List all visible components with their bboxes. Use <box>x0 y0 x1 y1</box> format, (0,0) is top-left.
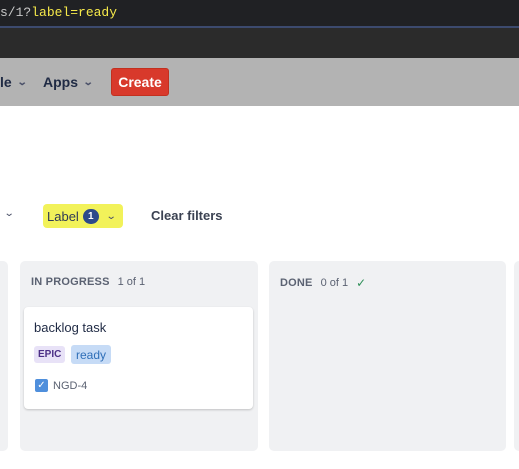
issue-key: NGD-4 <box>53 380 88 392</box>
address-bar[interactable]: s/1?label=ready <box>0 0 519 28</box>
card-title: backlog task <box>34 320 107 335</box>
url-text: s/1?label=ready <box>0 5 117 20</box>
column-title: DONE <box>280 277 313 289</box>
nav-item-people[interactable]: le ⌄ <box>0 74 28 90</box>
board-column-right <box>514 261 519 451</box>
filter-count-badge: 1 <box>82 208 99 224</box>
board-column-done: DONE 0 of 1 ✓ <box>269 261 506 451</box>
column-header: DONE 0 of 1 ✓ <box>280 276 366 290</box>
checkbox-icon: ✓ <box>35 379 48 392</box>
nav-item-apps[interactable]: Apps ⌄ <box>43 74 94 90</box>
board-column-left <box>0 261 8 451</box>
filter-bar: ⌄ Label 1 ⌄ Clear filters <box>0 200 519 232</box>
label-tag: ready <box>71 345 112 364</box>
clear-filters-button[interactable]: Clear filters <box>151 208 223 223</box>
column-count: 1 of 1 <box>117 276 146 288</box>
nav-item-label: le <box>0 74 12 90</box>
issue-card[interactable]: backlog task EPIC ready ✓ NGD-4 <box>24 307 253 409</box>
check-icon: ✓ <box>356 276 367 290</box>
column-header: IN PROGRESS 1 of 1 <box>31 276 145 288</box>
chevron-down-icon: ⌄ <box>82 76 94 88</box>
chevron-down-icon: ⌄ <box>16 76 28 88</box>
label-filter-text: Label <box>47 208 79 224</box>
chevron-down-icon[interactable]: ⌄ <box>4 208 15 219</box>
url-query: label=ready <box>31 5 118 20</box>
column-count: 0 of 1 <box>320 277 349 289</box>
url-path: s/1? <box>0 5 32 20</box>
label-filter-dropdown[interactable]: Label 1 ⌄ <box>43 204 123 228</box>
nav-item-label: Apps <box>43 74 78 90</box>
chevron-down-icon: ⌄ <box>105 210 117 222</box>
epic-tag: EPIC <box>34 346 66 363</box>
column-title: IN PROGRESS <box>31 276 110 288</box>
app-header: le ⌄ Apps ⌄ Create <box>0 58 519 106</box>
board-column-in-progress: IN PROGRESS 1 of 1 backlog task EPIC rea… <box>20 261 258 451</box>
create-button[interactable]: Create <box>111 68 169 96</box>
browser-toolbar <box>0 28 519 58</box>
